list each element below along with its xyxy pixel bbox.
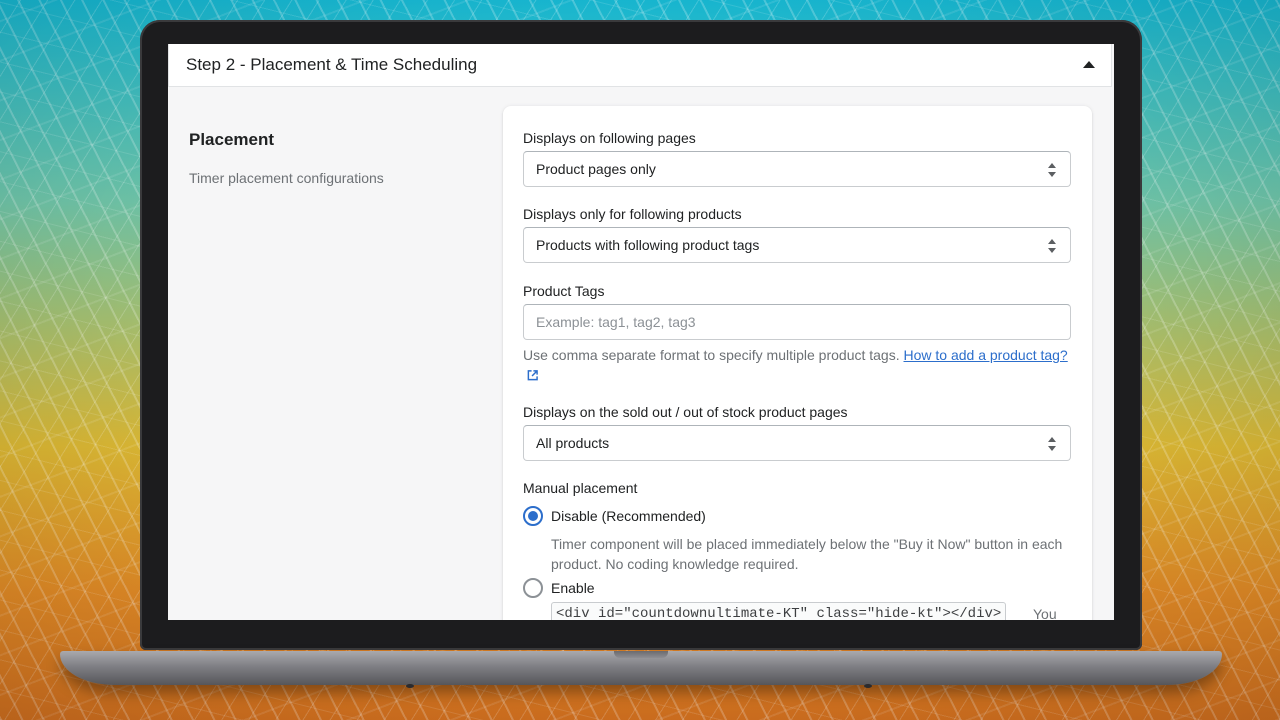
products-select[interactable]: Products with following product tags xyxy=(523,227,1071,263)
screen: Step 2 - Placement & Time Scheduling Pla… xyxy=(168,44,1114,620)
code-trailing-text: You xyxy=(1033,606,1057,620)
manual-placement-label: Manual placement xyxy=(523,480,637,496)
tags-help-text: Use comma separate format to specify mul… xyxy=(523,347,900,363)
disable-radio[interactable] xyxy=(523,506,543,526)
section-title: Placement xyxy=(189,130,489,150)
laptop-base xyxy=(60,651,1222,685)
placement-section-info: Placement Timer placement configurations xyxy=(189,130,489,186)
pages-label: Displays on following pages xyxy=(523,130,696,146)
laptop-foot xyxy=(864,684,872,688)
pages-select[interactable]: Product pages only xyxy=(523,151,1071,187)
soldout-label: Displays on the sold out / out of stock … xyxy=(523,404,848,420)
laptop-foot xyxy=(406,684,414,688)
step-title: Step 2 - Placement & Time Scheduling xyxy=(186,55,477,75)
enable-radio-option[interactable]: Enable xyxy=(523,578,595,598)
tags-label: Product Tags xyxy=(523,283,604,299)
select-arrows-icon xyxy=(1048,163,1057,177)
pages-select-value: Product pages only xyxy=(536,161,656,177)
caret-up-icon[interactable] xyxy=(1083,61,1095,68)
step-header[interactable]: Step 2 - Placement & Time Scheduling xyxy=(168,44,1112,87)
placement-card: Displays on following pages Product page… xyxy=(503,106,1092,620)
disable-radio-label: Disable (Recommended) xyxy=(551,508,706,524)
soldout-select[interactable]: All products xyxy=(523,425,1071,461)
select-arrows-icon xyxy=(1048,437,1057,451)
soldout-select-value: All products xyxy=(536,435,609,451)
tags-input[interactable] xyxy=(523,304,1071,340)
enable-radio[interactable] xyxy=(523,578,543,598)
disable-help: Timer component will be placed immediate… xyxy=(551,534,1071,574)
tags-help: Use comma separate format to specify mul… xyxy=(523,345,1071,385)
code-snippet[interactable]: <div id="countdownultimate-KT" class="hi… xyxy=(551,602,1006,620)
section-description: Timer placement configurations xyxy=(189,170,489,186)
enable-radio-label: Enable xyxy=(551,580,595,596)
laptop-notch xyxy=(614,651,668,658)
external-link-icon[interactable] xyxy=(527,370,538,381)
products-label: Displays only for following products xyxy=(523,206,742,222)
select-arrows-icon xyxy=(1048,239,1057,253)
add-tag-help-link[interactable]: How to add a product tag? xyxy=(904,347,1068,363)
products-select-value: Products with following product tags xyxy=(536,237,759,253)
disable-radio-option[interactable]: Disable (Recommended) xyxy=(523,506,706,526)
